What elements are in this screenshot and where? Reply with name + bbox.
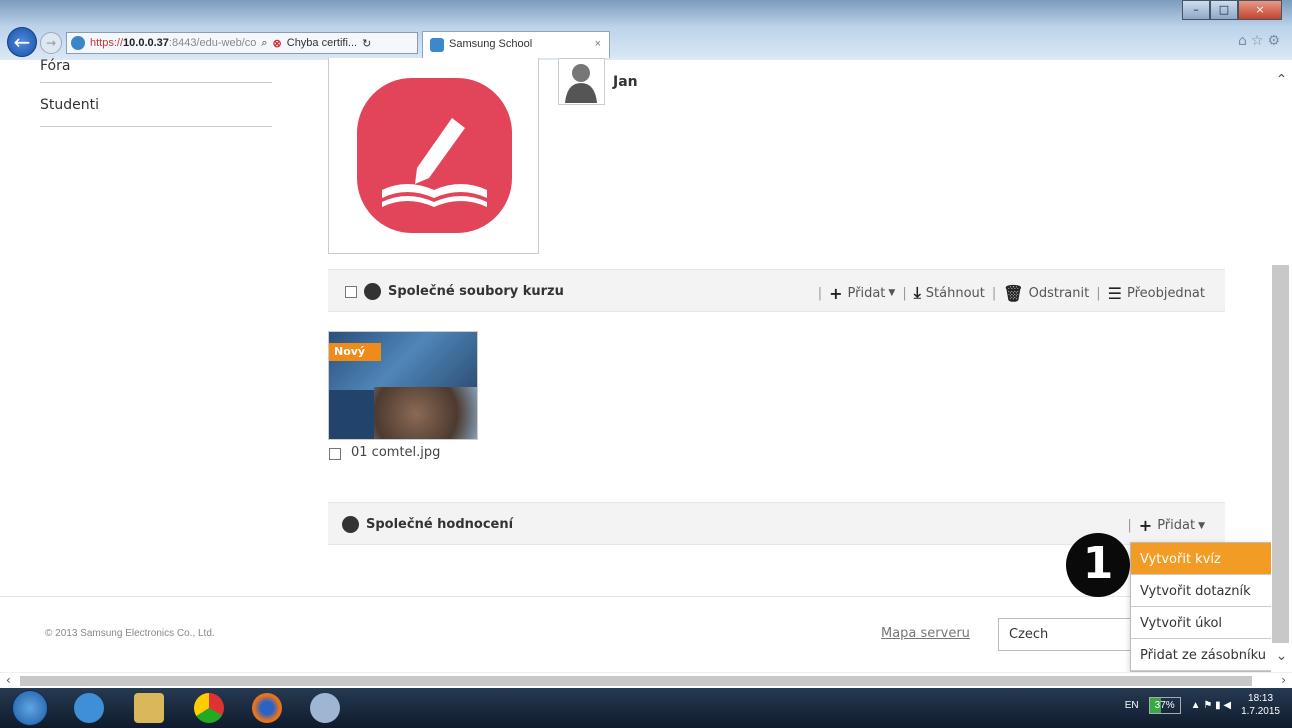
url-host: 10.0.0.37 xyxy=(123,37,169,49)
folder-icon xyxy=(364,283,381,300)
scroll-left-icon[interactable]: ‹ xyxy=(6,673,11,687)
explorer-taskbar-icon[interactable] xyxy=(126,692,172,724)
search-icon[interactable]: ⌕ xyxy=(261,37,267,50)
add-dropdown-menu: Vytvořit kvíz Vytvořit dotazník Vytvořit… xyxy=(1130,542,1273,672)
vertical-scrollbar[interactable]: ⌃ ⌄ xyxy=(1271,60,1292,672)
taskbar: EN 37% ▲ ⚑ ▮ ◀ 18:13 1.7.2015 xyxy=(0,688,1292,728)
files-actions: | + Přidat ▼ | ⤓ Stáhnout | 🗑 Odstranit … xyxy=(817,283,1205,303)
sitemap-link[interactable]: Mapa serveru xyxy=(881,626,970,641)
language-select[interactable]: Czech xyxy=(998,618,1132,651)
new-badge: Nový xyxy=(329,343,382,361)
grading-actions: | + Přidat ▼ xyxy=(1127,516,1205,535)
menu-item-add-from-stack[interactable]: Přidat ze zásobníku xyxy=(1131,639,1272,671)
plus-icon[interactable]: + xyxy=(829,284,842,303)
footer-divider xyxy=(0,596,1256,597)
files-section-title: Společné soubory kurzu xyxy=(388,284,564,299)
ie-taskbar-icon[interactable] xyxy=(66,692,112,724)
url-scheme: https:// xyxy=(90,37,124,49)
ie-page-icon xyxy=(71,36,85,50)
address-bar[interactable]: https://10.0.0.37:8443/edu-web/co ⌕ ⊗ Ch… xyxy=(66,32,418,54)
firefox-taskbar-icon[interactable] xyxy=(244,692,290,724)
menu-item-create-assignment[interactable]: Vytvořit úkol xyxy=(1131,607,1272,639)
refresh-icon[interactable]: ↻ xyxy=(362,37,371,50)
caret-down-icon[interactable]: ▼ xyxy=(1198,521,1205,531)
download-icon[interactable]: ⤓ xyxy=(914,283,921,303)
browser-toolbar-icons: ⌂☆⚙ xyxy=(1238,33,1284,49)
keyboard-language[interactable]: EN xyxy=(1125,700,1139,711)
minimize-button[interactable]: – xyxy=(1182,0,1210,20)
pencil-icon xyxy=(342,516,359,533)
grading-add-button[interactable]: Přidat xyxy=(1157,518,1195,533)
horizontal-scrollbar[interactable]: ‹ › xyxy=(0,672,1292,688)
horizontal-scroll-thumb[interactable] xyxy=(20,676,1252,686)
vertical-scroll-thumb[interactable] xyxy=(1272,265,1289,643)
system-tray: EN 37% ▲ ⚑ ▮ ◀ 18:13 1.7.2015 xyxy=(1125,692,1280,718)
file-name[interactable]: 01 comtel.jpg xyxy=(351,445,440,460)
menu-item-create-questionnaire[interactable]: Vytvořit dotazník xyxy=(1131,575,1272,607)
course-app-icon xyxy=(357,78,512,233)
reorder-button[interactable]: Přeobjednat xyxy=(1127,286,1205,301)
tab-title: Samsung School xyxy=(449,38,533,50)
url-path: :8443/edu-web/co xyxy=(168,37,257,49)
paint-taskbar-icon[interactable] xyxy=(302,692,348,724)
tray-icons[interactable]: ▲ ⚑ ▮ ◀ xyxy=(1191,700,1231,711)
star-icon[interactable]: ☆ xyxy=(1251,33,1268,49)
teacher-avatar xyxy=(558,58,605,105)
certificate-error-icon[interactable]: ⊗ xyxy=(273,37,282,50)
download-button[interactable]: Stáhnout xyxy=(926,286,985,301)
file-checkbox[interactable] xyxy=(329,448,341,460)
clock[interactable]: 18:13 1.7.2015 xyxy=(1241,692,1280,718)
caret-down-icon[interactable]: ▼ xyxy=(888,288,895,298)
back-arrow-icon[interactable]: ← xyxy=(7,27,37,57)
clock-time: 18:13 xyxy=(1248,693,1274,704)
browser-chrome: – □ × ← → https://10.0.0.37:8443/edu-web… xyxy=(0,0,1292,60)
course-image xyxy=(328,58,539,254)
tab-close-icon[interactable]: × xyxy=(595,38,601,50)
window-controls: – □ × xyxy=(1182,0,1282,20)
grading-section-title: Společné hodnocení xyxy=(366,517,514,532)
copyright: © 2013 Samsung Electronics Co., Ltd. xyxy=(45,628,215,639)
scroll-up-icon[interactable]: ⌃ xyxy=(1271,72,1292,88)
add-button[interactable]: Přidat xyxy=(848,286,886,301)
plus-icon[interactable]: + xyxy=(1139,516,1152,535)
sidebar-item-fora[interactable]: Fóra xyxy=(40,52,272,83)
forward-arrow-icon[interactable]: → xyxy=(40,32,62,54)
delete-button[interactable]: Odstranit xyxy=(1029,286,1090,301)
select-all-checkbox[interactable] xyxy=(345,286,357,298)
files-section-header: Společné soubory kurzu | + Přidat ▼ | ⤓ … xyxy=(328,269,1225,312)
menu-item-create-quiz[interactable]: Vytvořit kvíz xyxy=(1131,543,1272,575)
sidebar-item-studenti[interactable]: Studenti xyxy=(40,83,272,127)
certificate-error-label[interactable]: Chyba certifi... xyxy=(287,37,357,49)
home-icon[interactable]: ⌂ xyxy=(1238,33,1251,49)
battery-indicator[interactable]: 37% xyxy=(1148,696,1181,714)
clock-date: 1.7.2015 xyxy=(1241,706,1280,717)
close-window-button[interactable]: × xyxy=(1238,0,1282,20)
step-marker: 1 xyxy=(1066,533,1130,597)
trash-icon[interactable]: 🗑 xyxy=(1003,284,1023,303)
tab-samsung-school[interactable]: Samsung School × xyxy=(422,31,610,58)
teacher-name: Jan xyxy=(613,74,638,90)
scroll-right-icon[interactable]: › xyxy=(1281,673,1286,687)
reorder-icon[interactable]: ☰ xyxy=(1108,284,1122,303)
chrome-taskbar-icon[interactable] xyxy=(186,692,232,724)
gear-icon[interactable]: ⚙ xyxy=(1267,33,1284,49)
ie-tab-icon xyxy=(430,38,444,52)
maximize-button[interactable]: □ xyxy=(1210,0,1238,20)
start-button[interactable] xyxy=(12,690,48,726)
scroll-down-icon[interactable]: ⌄ xyxy=(1271,648,1292,664)
